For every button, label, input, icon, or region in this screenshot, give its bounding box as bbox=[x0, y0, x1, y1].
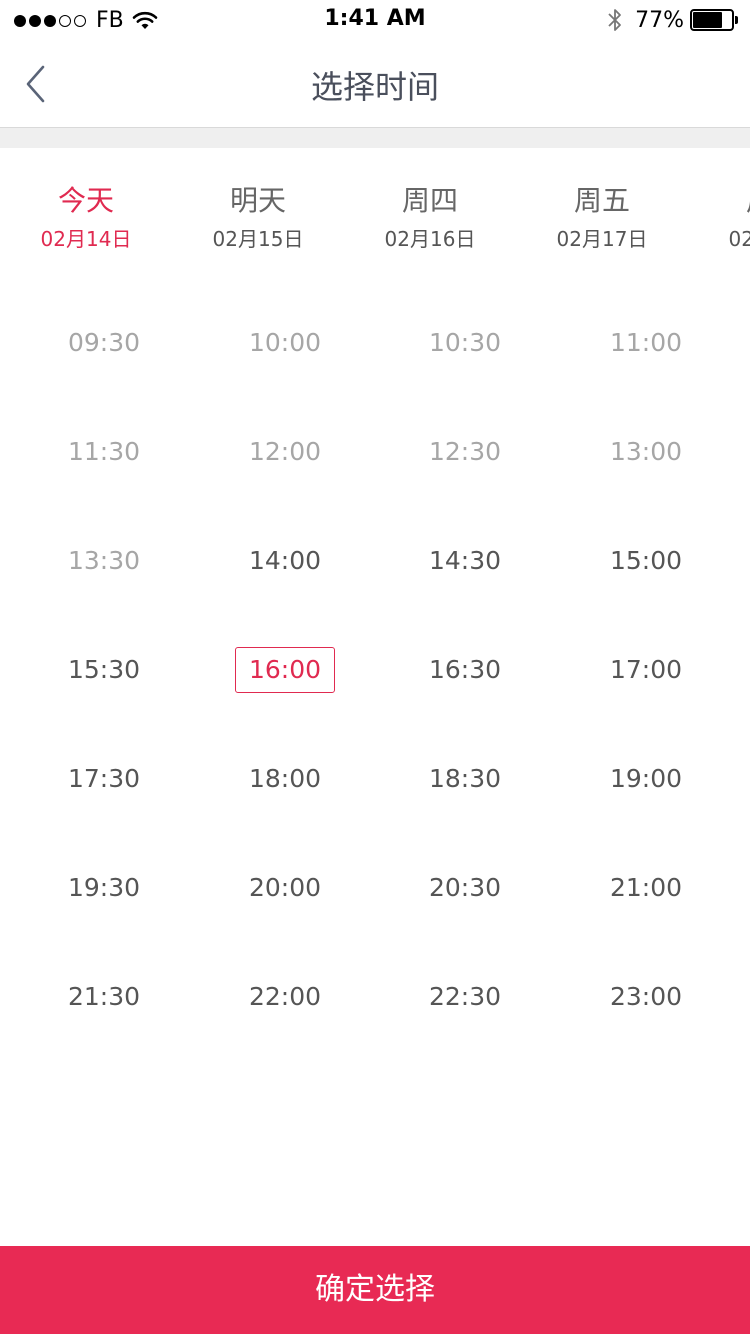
time-slot[interactable]: 13:30 bbox=[54, 538, 154, 584]
status-right: 77% bbox=[607, 7, 740, 33]
battery-icon bbox=[690, 9, 740, 31]
day-name: 今天 bbox=[57, 184, 114, 217]
time-slot[interactable]: 18:30 bbox=[415, 756, 515, 802]
time-slot[interactable]: 18:00 bbox=[235, 756, 335, 802]
time-slot[interactable]: 23:00 bbox=[596, 974, 696, 1020]
time-slot[interactable]: 21:30 bbox=[54, 974, 154, 1020]
time-slot[interactable]: 10:30 bbox=[415, 320, 515, 366]
time-slot[interactable]: 15:30 bbox=[54, 647, 154, 693]
status-bar: FB 1:41 AM 77% bbox=[0, 0, 750, 40]
time-slot[interactable]: 17:30 bbox=[54, 756, 154, 802]
time-slot[interactable]: 14:30 bbox=[415, 538, 515, 584]
time-slot[interactable]: 12:00 bbox=[235, 429, 335, 475]
time-slot[interactable]: 13:00 bbox=[596, 429, 696, 475]
time-slot[interactable]: 16:00 bbox=[235, 647, 335, 693]
time-slot[interactable]: 21:00 bbox=[596, 865, 696, 911]
time-slot[interactable]: 20:00 bbox=[235, 865, 335, 911]
time-slot[interactable]: 11:30 bbox=[54, 429, 154, 475]
section-divider bbox=[0, 128, 750, 148]
time-slot[interactable]: 19:00 bbox=[596, 756, 696, 802]
screen: FB 1:41 AM 77% 选择时间 今天 02月14日 明天 02月15日 … bbox=[0, 0, 750, 1334]
bluetooth-icon bbox=[608, 9, 621, 31]
time-slot[interactable]: 19:30 bbox=[54, 865, 154, 911]
time-slot[interactable]: 16:30 bbox=[415, 647, 515, 693]
day-date: 02月17日 bbox=[556, 227, 648, 251]
day-tabs: 今天 02月14日 明天 02月15日 周四 02月16日 周五 02月17日 周六 02月18日 bbox=[0, 148, 750, 278]
time-slot[interactable]: 22:00 bbox=[235, 974, 335, 1020]
day-name: 周五 bbox=[573, 184, 630, 217]
time-slot[interactable]: 20:30 bbox=[415, 865, 515, 911]
time-slot[interactable]: 10:00 bbox=[235, 320, 335, 366]
day-date: 02月14日 bbox=[40, 227, 132, 251]
day-tab[interactable]: 周五 02月17日 bbox=[516, 182, 688, 254]
time-slot[interactable]: 12:30 bbox=[415, 429, 515, 475]
time-slot[interactable]: 15:00 bbox=[596, 538, 696, 584]
time-slot[interactable]: 17:00 bbox=[596, 647, 696, 693]
day-date: 02月16日 bbox=[384, 227, 476, 251]
day-name: 周六 bbox=[688, 182, 750, 220]
day-name: 明天 bbox=[229, 184, 286, 217]
day-tab[interactable]: 周六 02月18日 bbox=[688, 182, 750, 254]
time-slot[interactable]: 22:30 bbox=[415, 974, 515, 1020]
day-tab[interactable]: 明天 02月15日 bbox=[172, 182, 344, 254]
day-tab[interactable]: 今天 02月14日 bbox=[0, 182, 172, 254]
confirm-button[interactable]: 确定选择 bbox=[0, 1246, 750, 1334]
time-slot[interactable]: 09:30 bbox=[54, 320, 154, 366]
day-name: 周四 bbox=[401, 184, 458, 217]
nav-bar: 选择时间 bbox=[0, 40, 750, 128]
day-date: 02月18日 bbox=[728, 227, 750, 251]
time-slot[interactable]: 11:00 bbox=[596, 320, 696, 366]
time-slot[interactable]: 14:00 bbox=[235, 538, 335, 584]
day-tab[interactable]: 周四 02月16日 bbox=[344, 182, 516, 254]
page-title: 选择时间 bbox=[310, 68, 439, 106]
day-date: 02月15日 bbox=[212, 227, 304, 251]
battery-percent: 77% bbox=[635, 7, 684, 33]
